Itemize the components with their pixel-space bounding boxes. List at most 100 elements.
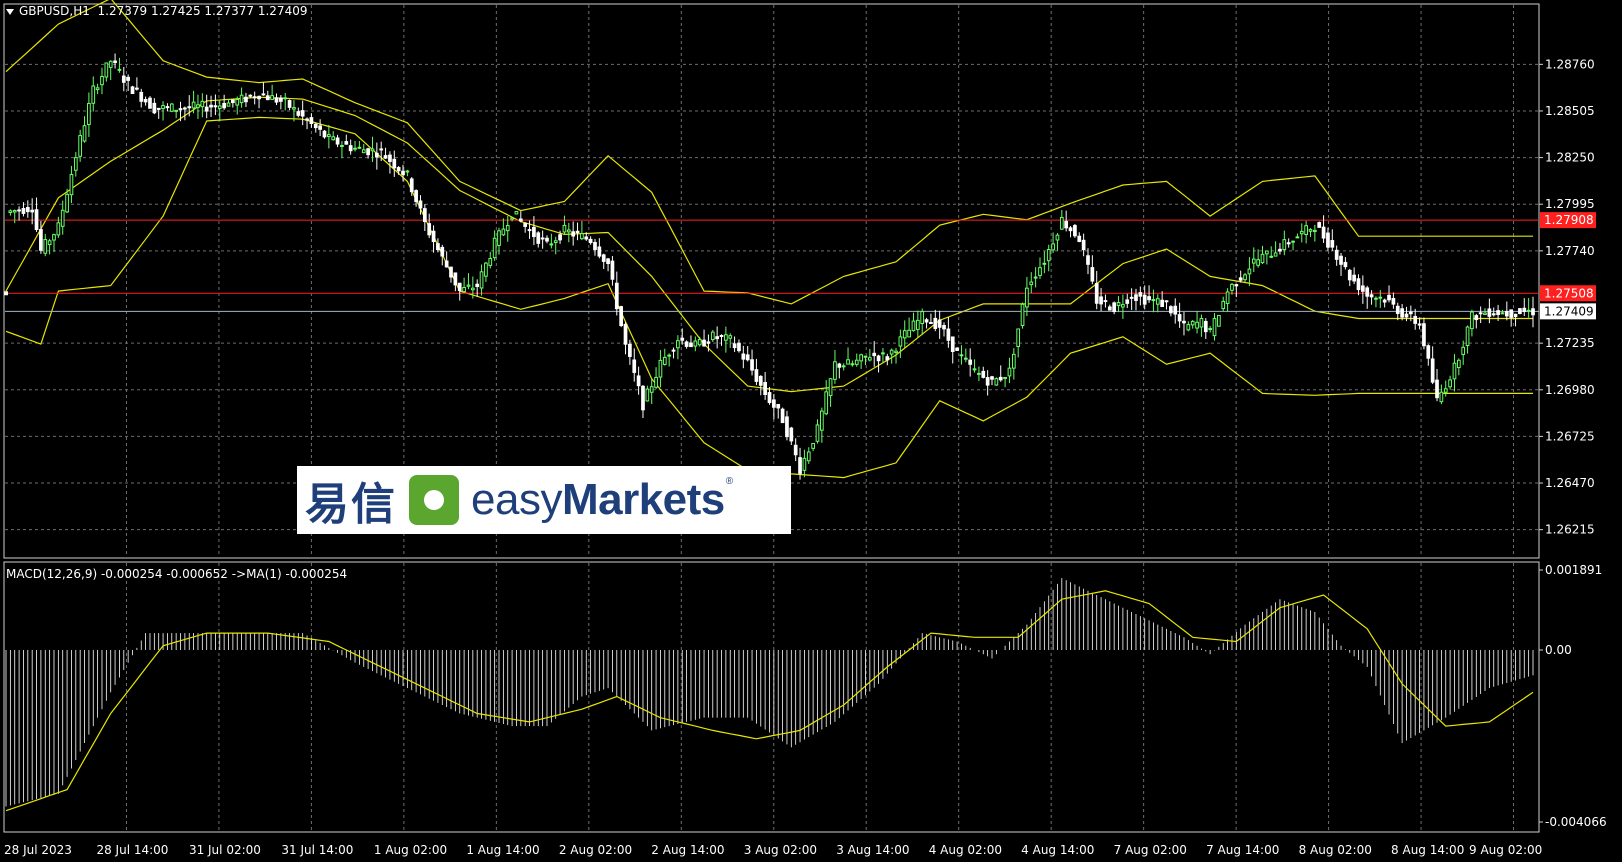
candle-body [287,100,292,108]
candle-body [174,109,179,112]
chart-background [0,0,1622,862]
candle-body [392,158,397,169]
candle-body [427,223,432,236]
logo-chinese-text: 易信 [305,479,397,530]
candle-body [1282,239,1287,250]
candle-body [715,336,719,340]
candle-body [1225,291,1230,304]
candle-body [706,341,711,344]
candle-body [846,359,850,365]
candle-body [872,352,877,357]
candle-body [1265,250,1269,255]
candle-body [366,148,370,156]
level-price-label: 1.27508 [1544,286,1594,300]
candle-body [1090,267,1095,282]
candle-body [453,272,458,286]
candle-body [946,328,951,341]
candle-body [1260,253,1265,264]
candle-body [549,243,554,246]
candle-body [47,240,52,246]
candle-body [318,125,322,130]
candle-body [436,243,440,250]
candle-body [501,228,506,236]
candle-body [894,350,898,354]
candle-body [772,399,776,408]
candle-body [488,258,493,266]
candle-body [972,368,977,371]
candle-body [505,225,510,232]
candle-body [1430,358,1435,383]
candle-body [217,105,222,109]
price-axis-label: 1.28760 [1545,57,1595,71]
candle-body [444,260,449,268]
candle-body [802,457,807,471]
candle-body [1208,328,1213,331]
candle-body [113,60,117,64]
candle-body [959,354,964,357]
candle-body [881,352,885,355]
logo-registered-mark: ® [725,476,734,487]
candle-body [632,359,637,373]
candle-body [553,240,558,244]
candle-body [968,359,973,365]
candle-body [409,178,414,193]
candle-body [562,224,567,233]
candle-body [65,193,69,213]
candle-body [719,335,724,338]
candle-body [915,319,920,330]
candle-body [1238,277,1243,281]
candle-body [728,335,733,339]
trading-chart[interactable]: 28 Jul 2023 28 Jul 14:00 31 Jul 02:00 31 Ju… [0,0,1622,862]
candle-body [514,211,519,215]
candle-body [536,232,541,244]
candle-body [811,443,815,449]
candle-body [1496,310,1500,316]
candle-body [667,354,672,357]
candle-body [1360,285,1365,292]
candle-body [754,369,759,382]
candle-body [1134,294,1138,301]
candle-body [73,157,78,171]
candle-body [1116,302,1121,307]
candle-body [863,355,868,358]
time-axis-label: 28 Jul 2023 [4,843,72,857]
candle-body [833,361,837,380]
candle-body [213,105,218,108]
candle-body [87,102,91,126]
candle-body [1378,296,1383,299]
candle-body [510,217,514,220]
candle-body [710,331,715,341]
price-axis-label: 1.28250 [1545,151,1595,165]
candle-body [902,330,907,339]
candle-body [680,337,685,341]
candle-body [1081,239,1086,251]
candle-body [732,343,737,349]
candle-body [322,130,327,138]
candle-body [1169,306,1173,314]
candle-body [623,323,628,345]
candle-body [1269,255,1274,258]
dropdown-triangle-icon[interactable] [6,8,14,15]
candle-body [335,137,340,145]
candle-body [994,378,999,386]
candle-body [1221,300,1226,310]
candle-body [1382,299,1387,303]
candle-body [405,170,410,173]
candle-body [479,271,484,289]
price-axis-label: 1.27995 [1545,197,1595,211]
time-axis-label: 28 Jul 14:00 [96,843,168,857]
candle-body [1160,299,1165,308]
candle-body [1212,318,1217,337]
candle-body [1443,388,1448,393]
candle-body [117,68,122,71]
candle-body [907,329,911,338]
candle-body [100,75,104,86]
candle-body [1461,346,1466,355]
candle-body [196,104,200,108]
candle-body [457,282,462,292]
candle-body [597,246,602,257]
candle-body [955,347,959,351]
candle-body [422,208,427,223]
candle-body [56,222,61,236]
candle-body [780,408,785,424]
